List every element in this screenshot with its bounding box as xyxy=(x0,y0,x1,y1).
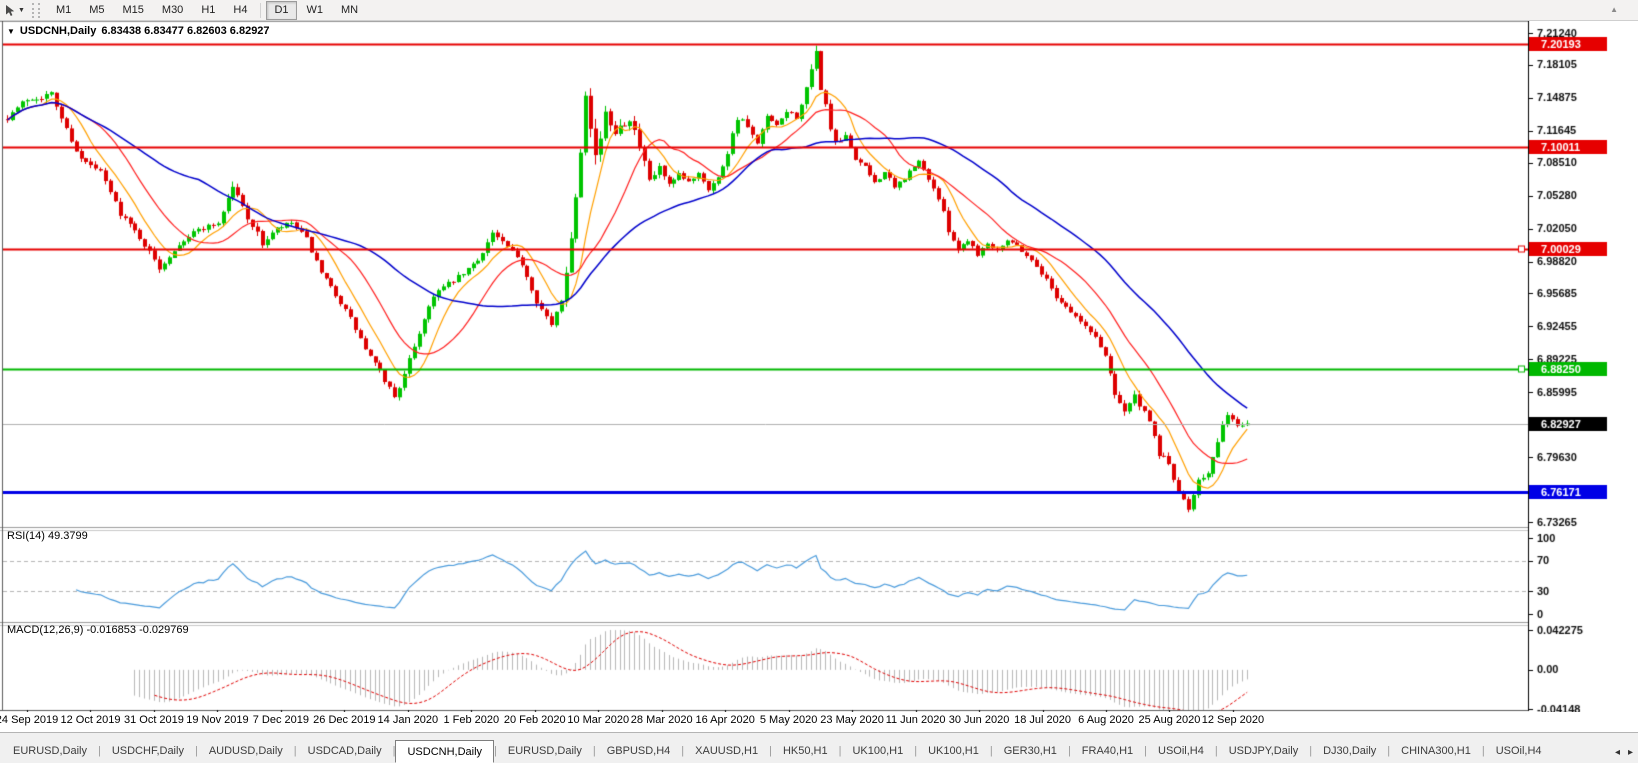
tab-uk100-h1[interactable]: UK100,H1 xyxy=(841,739,914,763)
timeframe-toolbar: ▼ M1M5M15M30H1H4 D1W1MN ▲ xyxy=(0,0,1638,21)
tab-eurusd-daily[interactable]: EURUSD,Daily xyxy=(2,739,98,763)
tab-hk50-h1[interactable]: HK50,H1 xyxy=(772,739,839,763)
timeframe-button-m5[interactable]: M5 xyxy=(81,1,112,20)
tab-eurusd-daily[interactable]: EURUSD,Daily xyxy=(497,739,593,763)
timeframe-button-group: M1M5M15M30H1H4 D1W1MN xyxy=(47,1,367,20)
date-label: 14 Jan 2020 xyxy=(378,714,439,726)
tab-scroll-right-icon[interactable]: ▸ xyxy=(1628,747,1633,758)
tab-xauusd-h1[interactable]: XAUUSD,H1 xyxy=(684,739,769,763)
tab-audusd-daily[interactable]: AUDUSD,Daily xyxy=(198,739,294,763)
timeframe-button-m30[interactable]: M30 xyxy=(154,1,191,20)
date-label: 12 Sep 2020 xyxy=(1202,714,1264,726)
date-label: 30 Jun 2020 xyxy=(949,714,1010,726)
macd-indicator-label: MACD(12,26,9) -0.016853 -0.029769 xyxy=(7,624,189,636)
date-label: 7 Dec 2019 xyxy=(253,714,309,726)
tab-scroll-left-icon[interactable]: ◂ xyxy=(1615,747,1620,758)
tool-dropdown-icon[interactable]: ▼ xyxy=(18,7,25,14)
date-label: 26 Dec 2019 xyxy=(313,714,375,726)
tab-china300-h1[interactable]: CHINA300,H1 xyxy=(1390,739,1482,763)
timeframe-button-m15[interactable]: M15 xyxy=(115,1,152,20)
date-label: 28 Mar 2020 xyxy=(631,714,693,726)
date-label: 11 Jun 2020 xyxy=(886,714,946,726)
timeframe-button-d1[interactable]: D1 xyxy=(266,1,296,20)
tab-usdjpy-daily[interactable]: USDJPY,Daily xyxy=(1218,739,1310,763)
date-label: 1 Feb 2020 xyxy=(443,714,499,726)
timeframe-button-mn[interactable]: MN xyxy=(333,1,366,20)
chart-tab-bar: EURUSD,Daily|USDCHF,Daily|AUDUSD,Daily|U… xyxy=(0,732,1638,763)
timeframe-button-h1[interactable]: H1 xyxy=(193,1,223,20)
date-label: 18 Jul 2020 xyxy=(1014,714,1071,726)
toolbar-grip-icon[interactable] xyxy=(32,3,40,18)
tab-usoil-h4[interactable]: USOil,H4 xyxy=(1147,739,1215,763)
timeframe-button-w1[interactable]: W1 xyxy=(299,1,332,20)
tab-uk100-h1[interactable]: UK100,H1 xyxy=(917,739,990,763)
tab-fra40-h1[interactable]: FRA40,H1 xyxy=(1071,739,1144,763)
chart-tabs: EURUSD,Daily|USDCHF,Daily|AUDUSD,Daily|U… xyxy=(2,739,1604,763)
tab-dj30-daily[interactable]: DJ30,Daily xyxy=(1312,739,1387,763)
tab-scroll-nav: ◂ ▸ xyxy=(1615,747,1633,758)
date-label: 12 Oct 2019 xyxy=(61,714,121,726)
date-label: 10 Mar 2020 xyxy=(567,714,629,726)
tab-usdcad-daily[interactable]: USDCAD,Daily xyxy=(297,739,393,763)
tab-usoil-h4[interactable]: USOil,H4 xyxy=(1485,739,1553,763)
date-label: 20 Feb 2020 xyxy=(504,714,566,726)
date-label: 6 Aug 2020 xyxy=(1078,714,1134,726)
tab-usdcnh-daily[interactable]: USDCNH,Daily xyxy=(395,740,494,763)
date-label: 25 Aug 2020 xyxy=(1139,714,1201,726)
date-axis: 24 Sep 201912 Oct 201931 Oct 201919 Nov … xyxy=(0,712,1638,732)
toolbar-separator xyxy=(260,3,261,18)
date-label: 5 May 2020 xyxy=(760,714,817,726)
timeframe-button-m1[interactable]: M1 xyxy=(48,1,79,20)
chart-title: ▼ USDCNH,Daily 6.83438 6.83477 6.82603 6… xyxy=(7,25,270,37)
rsi-indicator-label: RSI(14) 49.3799 xyxy=(7,530,88,542)
cursor-tool-icon[interactable] xyxy=(4,4,17,17)
timeframe-button-h4[interactable]: H4 xyxy=(225,1,255,20)
tab-usdchf-daily[interactable]: USDCHF,Daily xyxy=(101,739,195,763)
one-click-collapse-icon[interactable]: ▼ xyxy=(7,27,15,36)
date-label: 19 Nov 2019 xyxy=(186,714,248,726)
price-chart-canvas[interactable] xyxy=(0,21,1638,713)
chart-ohlc-values: 6.83438 6.83477 6.82603 6.82927 xyxy=(101,25,269,37)
tab-ger30-h1[interactable]: GER30,H1 xyxy=(993,739,1068,763)
chart-symbol-label: USDCNH,Daily xyxy=(20,25,96,37)
date-label: 24 Sep 2019 xyxy=(0,714,58,726)
cursor-arrow-icon xyxy=(4,4,17,17)
date-label: 16 Apr 2020 xyxy=(695,714,754,726)
date-label: 31 Oct 2019 xyxy=(124,714,184,726)
date-label: 23 May 2020 xyxy=(820,714,884,726)
toolbar-overflow-icon[interactable]: ▲ xyxy=(1610,5,1618,14)
tab-gbpusd-h4[interactable]: GBPUSD,H4 xyxy=(596,739,682,763)
